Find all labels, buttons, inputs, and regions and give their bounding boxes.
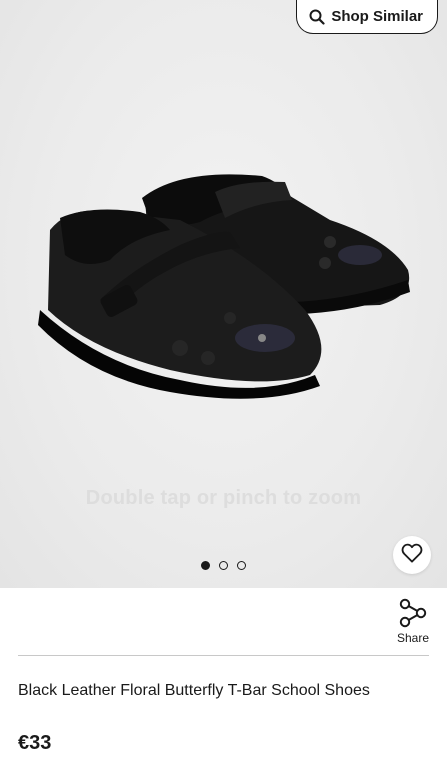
divider — [18, 655, 429, 656]
carousel-indicator — [0, 561, 447, 570]
product-title: Black Leather Floral Butterfly T-Bar Sch… — [18, 682, 370, 699]
carousel-dot[interactable] — [237, 561, 246, 570]
share-label: Share — [396, 631, 430, 645]
share-icon — [399, 598, 427, 628]
carousel-dot[interactable] — [219, 561, 228, 570]
zoom-hint: Double tap or pinch to zoom — [85, 487, 362, 509]
share-button[interactable]: Share — [397, 598, 429, 645]
product-image-gallery[interactable]: Shop Similar Double tap or pinch to zoom — [0, 0, 447, 588]
carousel-dot[interactable] — [201, 561, 210, 570]
shoe-image — [38, 174, 410, 399]
shop-similar-label: Shop Similar — [331, 8, 423, 25]
search-icon — [309, 9, 325, 25]
shop-similar-button[interactable]: Shop Similar — [296, 0, 438, 34]
product-price: €33 — [18, 732, 52, 754]
